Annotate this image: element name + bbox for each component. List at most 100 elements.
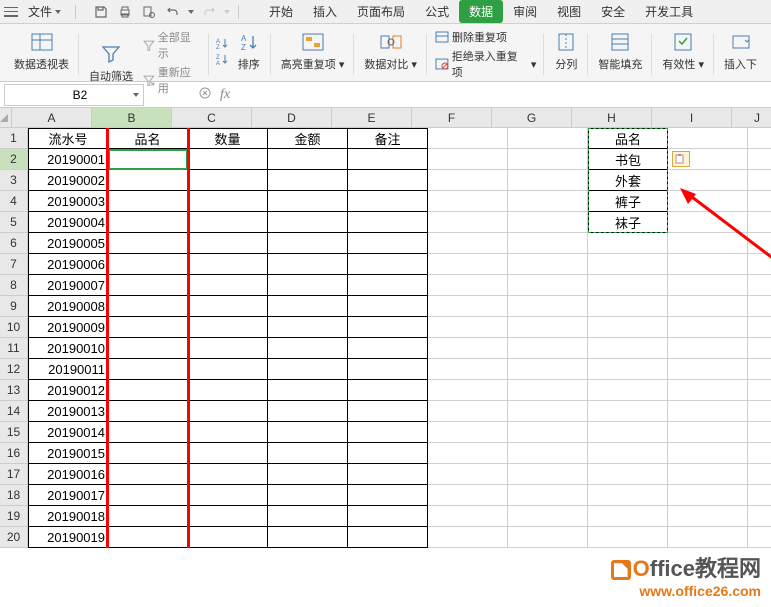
reject-dup-button[interactable]: 拒绝录入重复项 ▾ bbox=[433, 47, 538, 81]
cell-C18[interactable] bbox=[188, 485, 268, 506]
cell-G17[interactable] bbox=[508, 464, 588, 485]
row-header-8[interactable]: 8 bbox=[0, 275, 28, 296]
cell-C7[interactable] bbox=[188, 254, 268, 275]
reapply-button[interactable]: 重新应用 bbox=[141, 63, 203, 97]
cell-B10[interactable] bbox=[108, 317, 188, 338]
cell-F18[interactable] bbox=[428, 485, 508, 506]
cell-J9[interactable] bbox=[748, 296, 771, 317]
cell-I10[interactable] bbox=[668, 317, 748, 338]
cell-D9[interactable] bbox=[268, 296, 348, 317]
cell-G14[interactable] bbox=[508, 401, 588, 422]
paste-options-icon[interactable] bbox=[672, 151, 690, 167]
cell-C4[interactable] bbox=[188, 191, 268, 212]
cell-C14[interactable] bbox=[188, 401, 268, 422]
cell-D18[interactable] bbox=[268, 485, 348, 506]
cell-J13[interactable] bbox=[748, 380, 771, 401]
cell-I3[interactable] bbox=[668, 170, 748, 191]
tab-start[interactable]: 开始 bbox=[259, 0, 303, 23]
row-header-5[interactable]: 5 bbox=[0, 212, 28, 233]
row-header-16[interactable]: 16 bbox=[0, 443, 28, 464]
cell-C17[interactable] bbox=[188, 464, 268, 485]
cell-A16[interactable]: 20190015 bbox=[28, 443, 108, 464]
row-header-13[interactable]: 13 bbox=[0, 380, 28, 401]
cell-J5[interactable] bbox=[748, 212, 771, 233]
cell-J11[interactable] bbox=[748, 338, 771, 359]
cell-J2[interactable] bbox=[748, 149, 771, 170]
cell-C15[interactable] bbox=[188, 422, 268, 443]
cell-F1[interactable] bbox=[428, 128, 508, 149]
menu-icon[interactable] bbox=[4, 7, 18, 17]
cell-D7[interactable] bbox=[268, 254, 348, 275]
cell-D5[interactable] bbox=[268, 212, 348, 233]
cell-E11[interactable] bbox=[348, 338, 428, 359]
cell-H9[interactable] bbox=[588, 296, 668, 317]
cell-A20[interactable]: 20190019 bbox=[28, 527, 108, 548]
chevron-down-icon[interactable] bbox=[188, 10, 194, 14]
cell-C10[interactable] bbox=[188, 317, 268, 338]
cell-A14[interactable]: 20190013 bbox=[28, 401, 108, 422]
cell-A2[interactable]: 20190001 bbox=[28, 149, 108, 170]
cell-H16[interactable] bbox=[588, 443, 668, 464]
cell-J1[interactable] bbox=[748, 128, 771, 149]
cell-E19[interactable] bbox=[348, 506, 428, 527]
cell-G9[interactable] bbox=[508, 296, 588, 317]
remove-dup-button[interactable]: 删除重复项 bbox=[433, 28, 509, 46]
cells-area[interactable]: 流水号品名数量金额备注品名20190001书包20190002外套2019000… bbox=[28, 128, 771, 548]
cell-F11[interactable] bbox=[428, 338, 508, 359]
cell-I1[interactable] bbox=[668, 128, 748, 149]
redo-icon[interactable] bbox=[200, 3, 218, 21]
cell-G18[interactable] bbox=[508, 485, 588, 506]
cell-E17[interactable] bbox=[348, 464, 428, 485]
cell-H7[interactable] bbox=[588, 254, 668, 275]
column-header-B[interactable]: B bbox=[92, 108, 172, 128]
cell-E12[interactable] bbox=[348, 359, 428, 380]
cell-A9[interactable]: 20190008 bbox=[28, 296, 108, 317]
cell-C5[interactable] bbox=[188, 212, 268, 233]
cell-G7[interactable] bbox=[508, 254, 588, 275]
split-column-button[interactable]: 分列 bbox=[550, 28, 582, 74]
cell-C3[interactable] bbox=[188, 170, 268, 191]
cell-A13[interactable]: 20190012 bbox=[28, 380, 108, 401]
cell-A4[interactable]: 20190003 bbox=[28, 191, 108, 212]
cell-B15[interactable] bbox=[108, 422, 188, 443]
sort-desc-icon[interactable]: ZA bbox=[215, 52, 229, 66]
cell-C1[interactable]: 数量 bbox=[188, 128, 268, 149]
cell-D6[interactable] bbox=[268, 233, 348, 254]
name-box[interactable] bbox=[4, 84, 144, 106]
cell-J6[interactable] bbox=[748, 233, 771, 254]
cell-C13[interactable] bbox=[188, 380, 268, 401]
cell-C20[interactable] bbox=[188, 527, 268, 548]
file-menu[interactable]: 文件 bbox=[22, 3, 67, 20]
cell-A1[interactable]: 流水号 bbox=[28, 128, 108, 149]
cell-C9[interactable] bbox=[188, 296, 268, 317]
cell-E5[interactable] bbox=[348, 212, 428, 233]
cell-E13[interactable] bbox=[348, 380, 428, 401]
cell-I5[interactable] bbox=[668, 212, 748, 233]
cell-B6[interactable] bbox=[108, 233, 188, 254]
cell-C19[interactable] bbox=[188, 506, 268, 527]
cell-B19[interactable] bbox=[108, 506, 188, 527]
cell-H5[interactable]: 袜子 bbox=[588, 212, 668, 233]
highlight-dup-button[interactable]: 高亮重复项 ▾ bbox=[277, 28, 349, 74]
cell-G11[interactable] bbox=[508, 338, 588, 359]
cell-E9[interactable] bbox=[348, 296, 428, 317]
cell-H8[interactable] bbox=[588, 275, 668, 296]
cell-H1[interactable]: 品名 bbox=[588, 128, 668, 149]
cell-H4[interactable]: 裤子 bbox=[588, 191, 668, 212]
cell-F7[interactable] bbox=[428, 254, 508, 275]
cell-D11[interactable] bbox=[268, 338, 348, 359]
cell-A7[interactable]: 20190006 bbox=[28, 254, 108, 275]
cell-B5[interactable] bbox=[108, 212, 188, 233]
cell-A5[interactable]: 20190004 bbox=[28, 212, 108, 233]
cell-J10[interactable] bbox=[748, 317, 771, 338]
column-header-H[interactable]: H bbox=[572, 108, 652, 128]
cell-I11[interactable] bbox=[668, 338, 748, 359]
cell-D4[interactable] bbox=[268, 191, 348, 212]
cell-A17[interactable]: 20190016 bbox=[28, 464, 108, 485]
cell-G2[interactable] bbox=[508, 149, 588, 170]
row-header-4[interactable]: 4 bbox=[0, 191, 28, 212]
column-header-J[interactable]: J bbox=[732, 108, 771, 128]
cell-D14[interactable] bbox=[268, 401, 348, 422]
cell-J14[interactable] bbox=[748, 401, 771, 422]
cell-D17[interactable] bbox=[268, 464, 348, 485]
